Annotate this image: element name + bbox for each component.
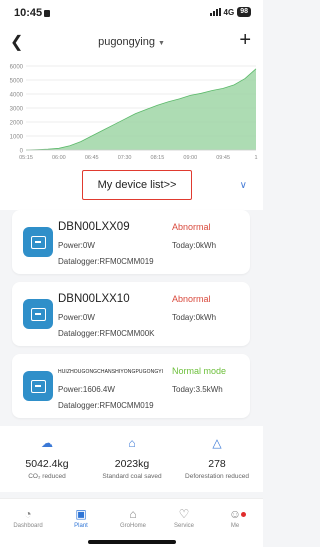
double-chevron-down-icon[interactable]: ∨	[240, 180, 247, 191]
x-tick-label: 05:15	[19, 155, 33, 161]
device-card[interactable]: DBN00LXX09 Abnormal Power:0W Today:0kWh …	[12, 210, 250, 274]
status-bar: 10:45 4G 98	[0, 0, 263, 26]
network-label: 4G	[223, 7, 235, 17]
environment-stats: ☁ 5042.4kg CO₂ reduced ⌂ 2023kg Standard…	[0, 426, 263, 492]
tree-value: 278	[208, 458, 226, 470]
inverter-icon	[23, 227, 53, 257]
y-tick-label: 6000	[10, 65, 24, 71]
my-device-list-button[interactable]: My device list>>	[82, 170, 192, 200]
status-indicators: 4G 98	[209, 7, 251, 17]
y-tick-label: 2000	[10, 121, 24, 127]
device-status: Normal mode	[172, 366, 227, 376]
power-chart-svg: 6000 5000 4000 3000 2000 1000 005:15 06:00 06:45…	[10, 65, 258, 162]
caret-down-icon: ▼	[157, 40, 165, 47]
device-card[interactable]: DBN00LXX10 Abnormal Power:0W Today:0kWh …	[12, 282, 250, 346]
x-tick-label: 09:45	[216, 155, 230, 161]
device-today: Today:0kWh	[172, 313, 217, 322]
plant-selector[interactable]: pugongying ▼	[0, 36, 263, 48]
device-status: Abnormal	[172, 294, 211, 304]
device-datalogger: Datalogger:RFM0CMM019	[58, 401, 154, 410]
coal-value: 2023kg	[114, 458, 150, 470]
y-tick-label: 5000	[10, 79, 24, 85]
y-tick-label: 0	[20, 149, 24, 155]
dashboard-icon: ◔	[24, 506, 32, 521]
signal-icon	[209, 8, 221, 16]
tab-label: GroHome	[119, 523, 146, 529]
device-power: Power:0W	[58, 313, 95, 322]
tab-grohome[interactable]: ⌂ GroHome	[107, 506, 159, 530]
x-tick-label: 08:15	[151, 155, 165, 161]
status-time: 10:45	[14, 7, 51, 19]
plus-icon[interactable]: +	[239, 29, 251, 52]
co2-cloud-icon: ☁	[41, 436, 53, 450]
x-tick-label: 07:30	[118, 155, 132, 161]
tab-plant[interactable]: ▣ Plant	[55, 506, 107, 530]
x-tick-label: 09:00	[183, 155, 197, 161]
device-name: DBN00LXX09	[58, 221, 130, 233]
coal-label: Standard coal saved	[102, 473, 162, 480]
notification-dot	[241, 512, 246, 517]
power-area	[26, 68, 256, 150]
home-icon: ⌂	[129, 506, 137, 521]
tree-stat: △ 278 Deforestation reduced	[173, 436, 261, 480]
device-today: Today:0kWh	[172, 241, 217, 250]
tab-label: Dashboard	[13, 523, 43, 529]
tab-label: Me	[230, 523, 240, 529]
co2-label: CO₂ reduced	[28, 473, 66, 480]
plant-title: pugongying	[98, 36, 155, 48]
x-tick-label: 06:45	[85, 155, 99, 161]
device-datalogger: Datalogger:RFM0CMM00K	[58, 329, 155, 338]
lock-icon	[44, 9, 51, 17]
app-header: ❮ pugongying ▼ +	[0, 26, 263, 56]
device-status: Abnormal	[172, 222, 211, 232]
coal-cart-icon: ⌂	[128, 436, 136, 450]
service-icon: ♡	[178, 506, 190, 521]
co2-stat: ☁ 5042.4kg CO₂ reduced	[3, 436, 91, 480]
home-indicator	[88, 540, 176, 544]
device-card[interactable]: HUIZHOUGONGCHANSHIYONGPUGONGYI Normal mo…	[12, 354, 250, 418]
device-name: DBN00LXX10	[58, 293, 130, 305]
tab-dashboard[interactable]: ◔ Dashboard	[2, 506, 54, 530]
device-datalogger: Datalogger:RFM0CMM019	[58, 257, 154, 266]
tree-icon: △	[212, 436, 222, 450]
x-tick-label: 06:00	[52, 155, 66, 161]
x-tick-label: 1	[254, 155, 257, 161]
power-chart: 6000 5000 4000 3000 2000 1000 0 05:15 06:00 06:45…	[0, 56, 263, 164]
y-tick-label: 1000	[10, 135, 24, 141]
inverter-icon	[23, 371, 53, 401]
device-list-header: My device list>> ∨	[0, 164, 263, 210]
device-name: HUIZHOUGONGCHANSHIYONGPUGONGYI	[58, 369, 164, 375]
tab-label: Service	[173, 523, 194, 529]
device-power: Power:0W	[58, 241, 95, 250]
tab-label: Plant	[74, 523, 88, 529]
plant-icon: ▣	[75, 506, 87, 521]
y-tick-label: 3000	[10, 107, 24, 113]
device-today: Today:3.5kWh	[172, 385, 223, 394]
y-tick-label: 4000	[10, 93, 24, 99]
time-label: 10:45	[14, 7, 43, 19]
battery-icon: 98	[237, 7, 251, 17]
coal-stat: ⌂ 2023kg Standard coal saved	[88, 436, 176, 480]
inverter-icon	[23, 299, 53, 329]
device-power: Power:1606.4W	[58, 385, 115, 394]
tab-me[interactable]: ☺ Me	[209, 506, 261, 529]
tree-label: Deforestation reduced	[185, 473, 249, 480]
tab-service[interactable]: ♡ Service	[158, 506, 210, 530]
co2-value: 5042.4kg	[25, 458, 69, 470]
